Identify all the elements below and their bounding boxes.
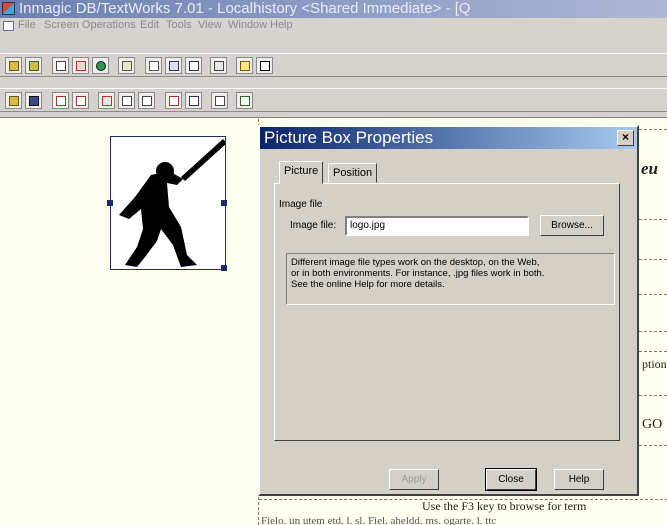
resize-handle-bottom-right[interactable]	[221, 265, 227, 271]
cricketer-logo-image	[111, 137, 227, 269]
picture-box-icon[interactable]	[165, 92, 182, 109]
app-icon	[2, 2, 15, 15]
web-icon[interactable]	[92, 57, 109, 74]
resize-handle-left[interactable]	[107, 200, 113, 206]
info-line: or in both environments. For instance, .…	[291, 268, 545, 279]
info-line: See the online Help for more details.	[291, 279, 445, 290]
tab-picture[interactable]: Picture	[279, 161, 324, 184]
tab-position[interactable]: Position	[328, 163, 378, 183]
menu-screen-operations[interactable]: Screen Operations	[44, 19, 136, 31]
frame-icon[interactable]	[185, 92, 202, 109]
copy-icon[interactable]	[145, 57, 162, 74]
image-file-label: Image file:	[290, 220, 337, 231]
field-border	[639, 351, 667, 352]
open-database-icon[interactable]	[5, 57, 22, 74]
app-title: Inmagic DB/TextWorks 7.01 - Localhistory…	[19, 0, 471, 17]
toolbar-area	[0, 34, 667, 53]
window-icon[interactable]	[185, 57, 202, 74]
menu-bar: File Screen Operations Edit Tools View W…	[0, 18, 667, 34]
dialog-title-bar[interactable]: Picture Box Properties ×	[260, 127, 637, 149]
form-heading-fragment: eu	[641, 159, 658, 178]
browse-button[interactable]: Browse...	[540, 215, 604, 236]
bottom-text: Fielo. un utem etd. l. sl. Fiel. aheldd.…	[261, 515, 497, 525]
menu-view[interactable]: View	[198, 19, 222, 31]
menu-help[interactable]: Help	[270, 19, 293, 31]
help-icon[interactable]	[236, 57, 253, 74]
layout-icon[interactable]	[165, 57, 182, 74]
grid-icon[interactable]	[211, 92, 228, 109]
save-icon[interactable]	[25, 92, 42, 109]
properties-icon[interactable]	[236, 92, 253, 109]
main-toolbar	[0, 53, 667, 77]
field-border	[639, 259, 667, 260]
whats-this-icon[interactable]	[256, 57, 273, 74]
hint-text: Use the F3 key to browse for term	[422, 499, 587, 513]
dialog-title: Picture Box Properties	[264, 128, 434, 147]
add-box-icon[interactable]	[72, 92, 89, 109]
form-label-fragment: GO	[642, 417, 663, 432]
form-designer-toolbar	[0, 88, 667, 112]
menu-window[interactable]: Window	[228, 19, 267, 31]
sort-icon[interactable]	[210, 57, 227, 74]
notes-icon[interactable]	[118, 57, 135, 74]
menu-edit[interactable]: Edit	[140, 19, 159, 31]
copy-field-icon[interactable]	[118, 92, 135, 109]
add-field-icon[interactable]	[52, 92, 69, 109]
field-border	[639, 219, 667, 220]
field-border	[639, 331, 667, 332]
apply-button[interactable]: Apply	[389, 469, 439, 490]
open-folder-icon[interactable]	[5, 92, 22, 109]
document-icon[interactable]	[3, 21, 14, 31]
picture-box-properties-dialog: Picture Box Properties × Picture Positio…	[258, 125, 639, 496]
resize-handle-right[interactable]	[221, 200, 227, 206]
open-form-icon[interactable]	[25, 57, 42, 74]
picture-box[interactable]	[107, 136, 227, 271]
image-file-input[interactable]: logo.jpg	[345, 216, 529, 236]
toolbar-separator	[0, 112, 667, 118]
paste-icon[interactable]	[138, 92, 155, 109]
query-icon[interactable]	[72, 57, 89, 74]
field-border	[639, 395, 667, 396]
close-icon[interactable]: ×	[617, 130, 634, 146]
field-border	[639, 445, 667, 446]
menu-tools[interactable]: Tools	[166, 19, 192, 31]
image-file-group-label: Image file	[279, 199, 323, 210]
image-file-info: Different image file types work on the d…	[286, 253, 615, 305]
app-title-bar: Inmagic DB/TextWorks 7.01 - Localhistory…	[0, 0, 667, 18]
form-label-fragment: ption	[642, 357, 667, 371]
toolbar-separator	[0, 77, 667, 88]
cut-icon[interactable]	[98, 92, 115, 109]
field-border	[639, 129, 667, 130]
info-line: Different image file types work on the d…	[291, 257, 540, 268]
close-button[interactable]: Close	[485, 468, 537, 491]
menu-file[interactable]: File	[18, 19, 36, 31]
report-icon[interactable]	[52, 57, 69, 74]
help-button[interactable]: Help	[554, 469, 604, 490]
field-border	[639, 294, 667, 295]
